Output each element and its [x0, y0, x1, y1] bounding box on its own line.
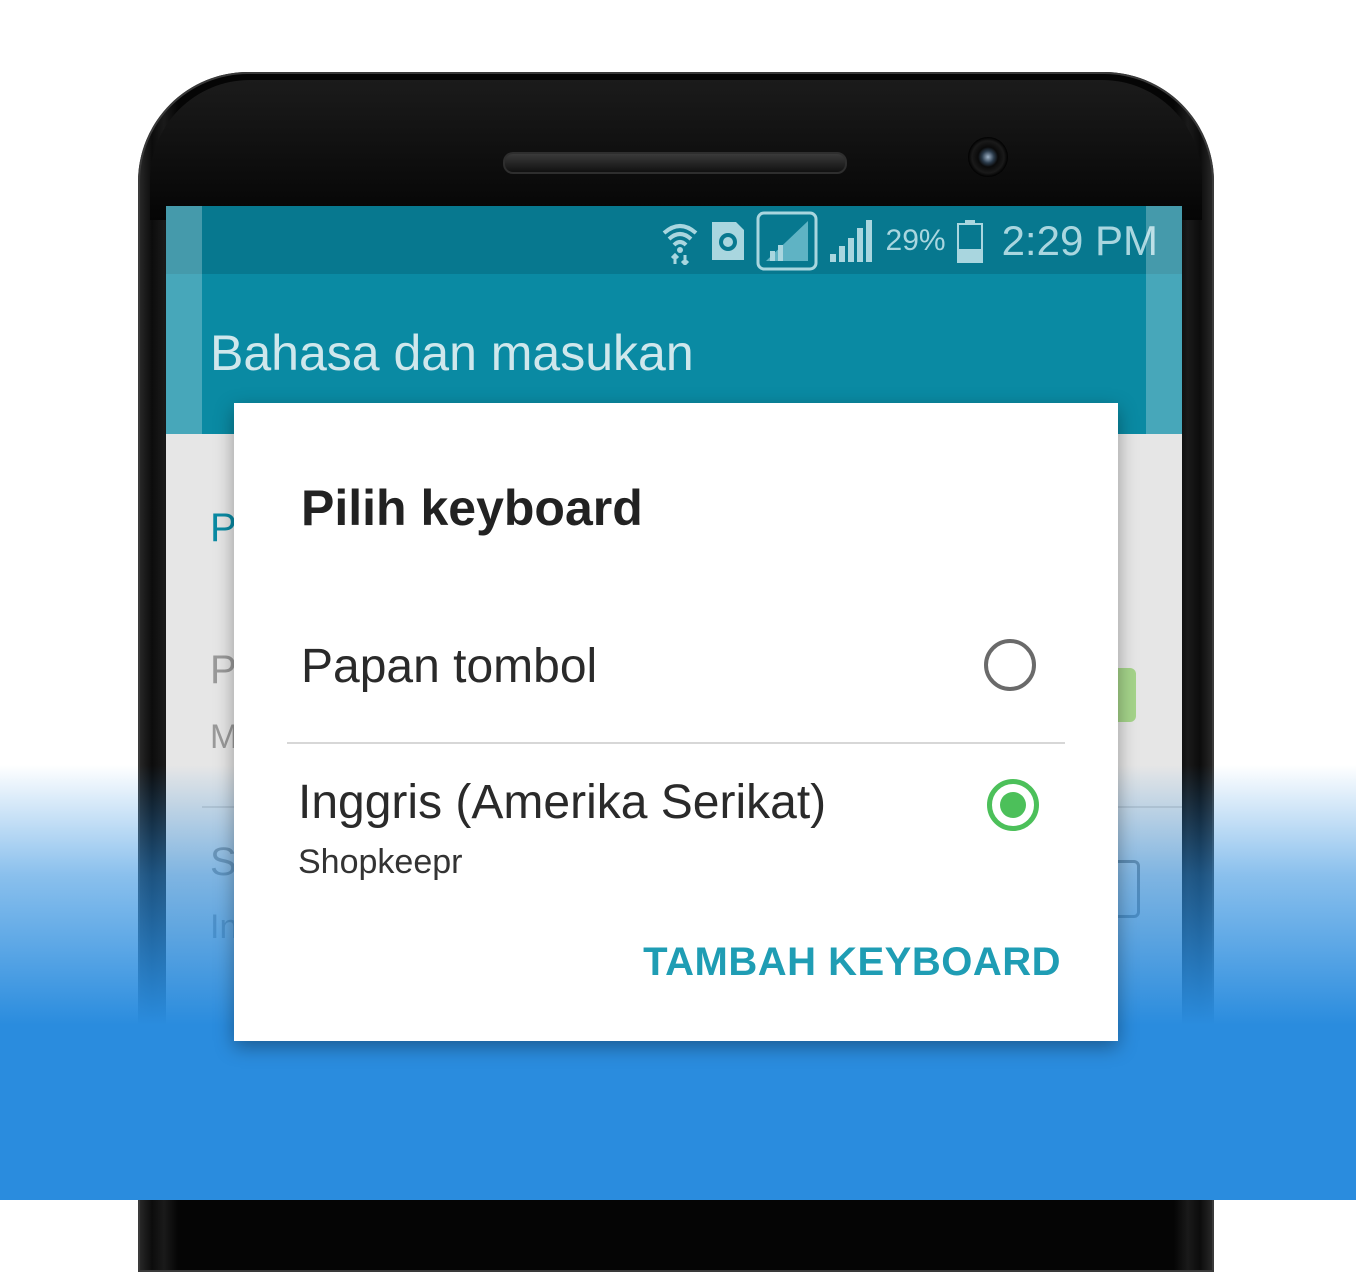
- radio-button-selected[interactable]: [987, 779, 1039, 831]
- sim-icon: [710, 220, 746, 262]
- front-camera-icon: [968, 137, 1008, 177]
- status-clock: 2:29 PM: [1001, 217, 1158, 264]
- keyboard-picker-dialog: Pilih keyboard Papan tombol Inggris (Ame…: [234, 403, 1118, 1041]
- earpiece-speaker: [503, 152, 847, 174]
- background-section-header: P: [210, 506, 237, 550]
- option-sublabel: Shopkeepr: [298, 843, 463, 881]
- keyboard-option-papan-tombol[interactable]: Papan tombol: [234, 603, 1118, 739]
- background-list-item[interactable]: P: [210, 648, 237, 693]
- signal-box-icon: [756, 211, 818, 271]
- dialog-title: Pilih keyboard: [301, 480, 643, 536]
- wifi-icon: [660, 217, 700, 265]
- status-bar: 29% 2:29 PM: [166, 206, 1182, 274]
- keyboard-option-inggris[interactable]: Inggris (Amerika Serikat) Shopkeepr: [234, 745, 1118, 905]
- page-title: Bahasa dan masukan: [210, 325, 694, 381]
- option-label: Papan tombol: [301, 640, 598, 693]
- divider: [287, 742, 1065, 744]
- add-keyboard-button[interactable]: TAMBAH KEYBOARD: [643, 940, 1061, 985]
- status-icons: 29% 2:29 PM: [660, 210, 1158, 272]
- radio-button-unselected[interactable]: [984, 639, 1036, 691]
- battery-icon: [956, 219, 984, 263]
- battery-percent: 29%: [885, 224, 946, 257]
- option-label: Inggris (Amerika Serikat): [298, 776, 827, 829]
- phone-bezel: [150, 80, 1202, 220]
- screen-edge-tint: [1146, 206, 1182, 434]
- signal-icon: [828, 218, 876, 264]
- screen-edge-tint: [166, 206, 202, 434]
